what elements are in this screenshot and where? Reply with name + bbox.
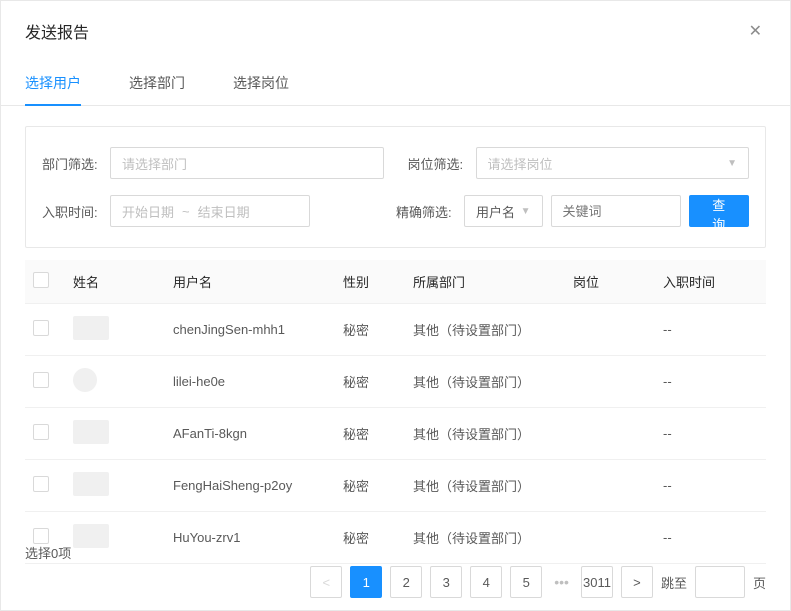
chevron-down-icon: ▼	[727, 158, 737, 169]
post-filter-label: 岗位筛选:	[408, 154, 468, 173]
page-4-button[interactable]: 4	[470, 566, 502, 598]
cell-username: AFanTi-8kgn	[165, 408, 335, 460]
modal-header: 发送报告 ✕	[1, 1, 790, 61]
page-5-button[interactable]: 5	[510, 566, 542, 598]
pagination: < 1 2 3 4 5 ••• 3011 > 跳至 页	[310, 566, 766, 598]
date-start: 开始日期	[122, 202, 174, 221]
cell-post	[565, 408, 655, 460]
avatar	[73, 472, 109, 496]
post-placeholder: 请选择岗位	[488, 154, 553, 173]
table-row: lilei-he0e秘密其他（待设置部门） --	[25, 356, 766, 408]
row-checkbox[interactable]	[33, 320, 49, 336]
user-table: 姓名 用户名 性别 所属部门 岗位 入职时间 chenJingSen-mhh1秘…	[1, 260, 790, 564]
cell-username: FengHaiSheng-p2oy	[165, 460, 335, 512]
avatar	[73, 368, 97, 392]
dept-placeholder: 请选择部门	[122, 154, 187, 173]
cell-dept: 其他（待设置部门）	[405, 460, 565, 512]
tab-select-dept[interactable]: 选择部门	[129, 61, 185, 105]
dept-select[interactable]: 请选择部门	[110, 147, 384, 179]
cell-gender: 秘密	[335, 408, 405, 460]
cell-gender: 秘密	[335, 512, 405, 564]
next-page-button[interactable]: >	[621, 566, 653, 598]
cell-dept: 其他（待设置部门）	[405, 512, 565, 564]
cell-hire: --	[655, 512, 766, 564]
row-checkbox[interactable]	[33, 528, 49, 544]
cell-hire: --	[655, 304, 766, 356]
jump-prefix: 跳至	[661, 573, 687, 592]
select-all-checkbox[interactable]	[33, 272, 49, 288]
cell-username: lilei-he0e	[165, 356, 335, 408]
table-header-row: 姓名 用户名 性别 所属部门 岗位 入职时间	[25, 260, 766, 304]
selection-count: 选择0项	[25, 543, 71, 562]
table-row: AFanTi-8kgn秘密其他（待设置部门） --	[25, 408, 766, 460]
dept-filter-label: 部门筛选:	[42, 154, 102, 173]
hire-date-range[interactable]: 开始日期 ~ 结束日期	[110, 195, 310, 227]
cell-username: HuYou-zrv1	[165, 512, 335, 564]
col-post: 岗位	[565, 260, 655, 304]
avatar	[73, 524, 109, 548]
tabs: 选择用户 选择部门 选择岗位	[1, 61, 790, 106]
page-last-button[interactable]: 3011	[581, 566, 613, 598]
avatar	[73, 420, 109, 444]
cell-post	[565, 356, 655, 408]
table-row: FengHaiSheng-p2oy秘密其他（待设置部门） --	[25, 460, 766, 512]
pagination-ellipsis: •••	[550, 574, 573, 590]
cell-gender: 秘密	[335, 460, 405, 512]
date-end: 结束日期	[198, 202, 250, 221]
search-button[interactable]: 查 询	[689, 195, 749, 227]
date-separator: ~	[182, 204, 190, 219]
row-checkbox[interactable]	[33, 476, 49, 492]
tab-select-post[interactable]: 选择岗位	[233, 61, 289, 105]
cell-dept: 其他（待设置部门）	[405, 304, 565, 356]
col-dept: 所属部门	[405, 260, 565, 304]
keyword-input[interactable]	[551, 195, 681, 227]
col-username: 用户名	[165, 260, 335, 304]
cell-dept: 其他（待设置部门）	[405, 408, 565, 460]
cell-hire: --	[655, 356, 766, 408]
close-icon[interactable]: ✕	[745, 17, 766, 45]
col-name: 姓名	[65, 260, 165, 304]
col-hire: 入职时间	[655, 260, 766, 304]
precise-filter-label: 精确筛选:	[396, 202, 456, 221]
cell-post	[565, 304, 655, 356]
modal-send-report: 发送报告 ✕ 选择用户 选择部门 选择岗位 部门筛选: 请选择部门 岗位筛选: …	[0, 0, 791, 611]
col-gender: 性别	[335, 260, 405, 304]
page-1-button[interactable]: 1	[350, 566, 382, 598]
prev-page-button[interactable]: <	[310, 566, 342, 598]
row-checkbox[interactable]	[33, 372, 49, 388]
modal-title: 发送报告	[25, 19, 89, 43]
jump-suffix: 页	[753, 573, 766, 592]
tab-select-user[interactable]: 选择用户	[25, 61, 81, 105]
precise-field-select[interactable]: 用户名 ▼	[464, 195, 543, 227]
avatar	[73, 316, 109, 340]
cell-gender: 秘密	[335, 304, 405, 356]
row-checkbox[interactable]	[33, 424, 49, 440]
table-row: HuYou-zrv1秘密其他（待设置部门） --	[25, 512, 766, 564]
cell-post	[565, 512, 655, 564]
hire-date-label: 入职时间:	[42, 202, 102, 221]
filter-panel: 部门筛选: 请选择部门 岗位筛选: 请选择岗位 ▼ 入职时间: 开始日期 ~ 结…	[25, 126, 766, 248]
table-row: chenJingSen-mhh1秘密其他（待设置部门） --	[25, 304, 766, 356]
cell-username: chenJingSen-mhh1	[165, 304, 335, 356]
post-select[interactable]: 请选择岗位 ▼	[476, 147, 750, 179]
cell-gender: 秘密	[335, 356, 405, 408]
footer: < 1 2 3 4 5 ••• 3011 > 跳至 页	[25, 566, 766, 598]
chevron-down-icon: ▼	[521, 206, 531, 217]
jump-page-input[interactable]	[695, 566, 745, 598]
cell-hire: --	[655, 460, 766, 512]
cell-hire: --	[655, 408, 766, 460]
cell-post	[565, 460, 655, 512]
page-2-button[interactable]: 2	[390, 566, 422, 598]
precise-field-value: 用户名	[476, 202, 515, 221]
page-3-button[interactable]: 3	[430, 566, 462, 598]
cell-dept: 其他（待设置部门）	[405, 356, 565, 408]
